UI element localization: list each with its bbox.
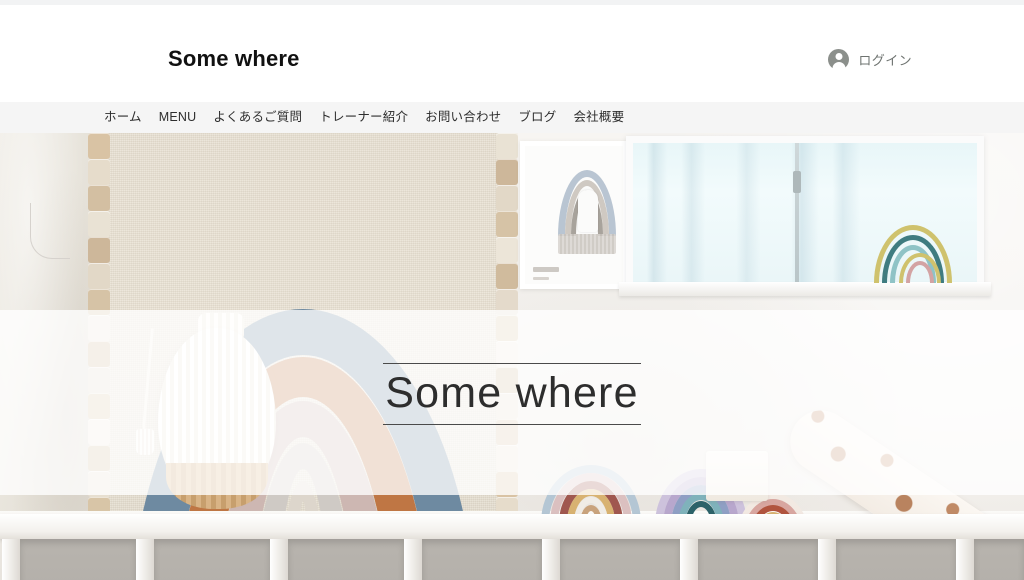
nav-item-trainers[interactable]: トレーナー紹介 (318, 109, 409, 126)
brick (496, 367, 518, 393)
login-label: ログイン (858, 53, 912, 68)
shelf-divider-left-end (2, 539, 20, 580)
shelf-cubby (836, 539, 956, 580)
brick (496, 289, 518, 315)
wall-switch-plate (578, 190, 598, 232)
page-root: Some where ログイン ホーム MENU よくあるご質問 トレーナー紹介… (0, 0, 1024, 580)
brick (88, 211, 110, 237)
brick (496, 471, 518, 497)
brick (88, 159, 110, 185)
brick (88, 367, 110, 393)
brick (496, 315, 518, 341)
window-mullion (794, 143, 799, 282)
shelf-cubby (288, 539, 404, 580)
storage-basket (706, 451, 768, 501)
shelf-divider (270, 539, 288, 580)
bookshelf-unit (0, 514, 1024, 580)
brick (496, 263, 518, 289)
shelf-board (0, 514, 1024, 539)
shelf-divider (956, 539, 974, 580)
brick (496, 445, 518, 471)
nav-list: ホーム MENU よくあるご質問 トレーナー紹介 お問い合わせ ブログ 会社概要 (103, 109, 625, 126)
nav-item-about[interactable]: 会社概要 (572, 109, 625, 126)
brick (88, 393, 110, 419)
brick (496, 419, 518, 445)
shelf-cubby (974, 539, 1024, 580)
nav-item-faq[interactable]: よくあるご質問 (212, 109, 303, 126)
brick (496, 341, 518, 367)
nav-item-home[interactable]: ホーム (103, 109, 143, 126)
login-button[interactable]: ログイン (828, 49, 912, 70)
brick (496, 185, 518, 211)
frame-label-line1 (533, 267, 559, 272)
macrame-fringe (558, 234, 616, 254)
shelf-cubby (20, 539, 136, 580)
shelf-divider (818, 539, 836, 580)
shelf-divider (680, 539, 698, 580)
nav-item-menu[interactable]: MENU (158, 109, 198, 126)
brick (496, 393, 518, 419)
tassel (136, 429, 154, 455)
shelf-cubby (422, 539, 542, 580)
brick (496, 211, 518, 237)
brick (88, 185, 110, 211)
nav-item-contact[interactable]: お問い合わせ (424, 109, 502, 126)
shelf-cubby (698, 539, 818, 580)
site-logo[interactable]: Some where (168, 46, 300, 72)
brick-column-left (88, 133, 110, 523)
brick (88, 133, 110, 159)
shelf-cubby (560, 539, 680, 580)
brick (496, 133, 518, 159)
brick (496, 237, 518, 263)
brick-column-right (496, 133, 518, 523)
shelf-divider (136, 539, 154, 580)
main-navigation: ホーム MENU よくあるご質問 トレーナー紹介 お問い合わせ ブログ 会社概要 (0, 102, 1024, 133)
sill-rainbow-sculpture (868, 221, 958, 283)
site-header: Some where ログイン (0, 5, 1024, 102)
hanging-cord (30, 203, 70, 259)
frame-label-line2 (533, 277, 549, 280)
shelf-cubby (154, 539, 270, 580)
brick (496, 159, 518, 185)
shelf-divider (404, 539, 422, 580)
window-sill (619, 282, 991, 296)
brick (88, 237, 110, 263)
shelf-divider (542, 539, 560, 580)
window-latch (792, 171, 801, 193)
nav-item-blog[interactable]: ブログ (517, 109, 557, 126)
brick (88, 445, 110, 471)
hero-section: Some where (0, 133, 1024, 580)
brick (88, 341, 110, 367)
brick (88, 263, 110, 289)
brick (88, 471, 110, 497)
hero-left-plaster-wall (0, 133, 95, 513)
brick (88, 289, 110, 315)
brick (88, 315, 110, 341)
account-circle-icon (828, 49, 850, 70)
macrame-rainbow (556, 168, 618, 258)
brick (88, 419, 110, 445)
